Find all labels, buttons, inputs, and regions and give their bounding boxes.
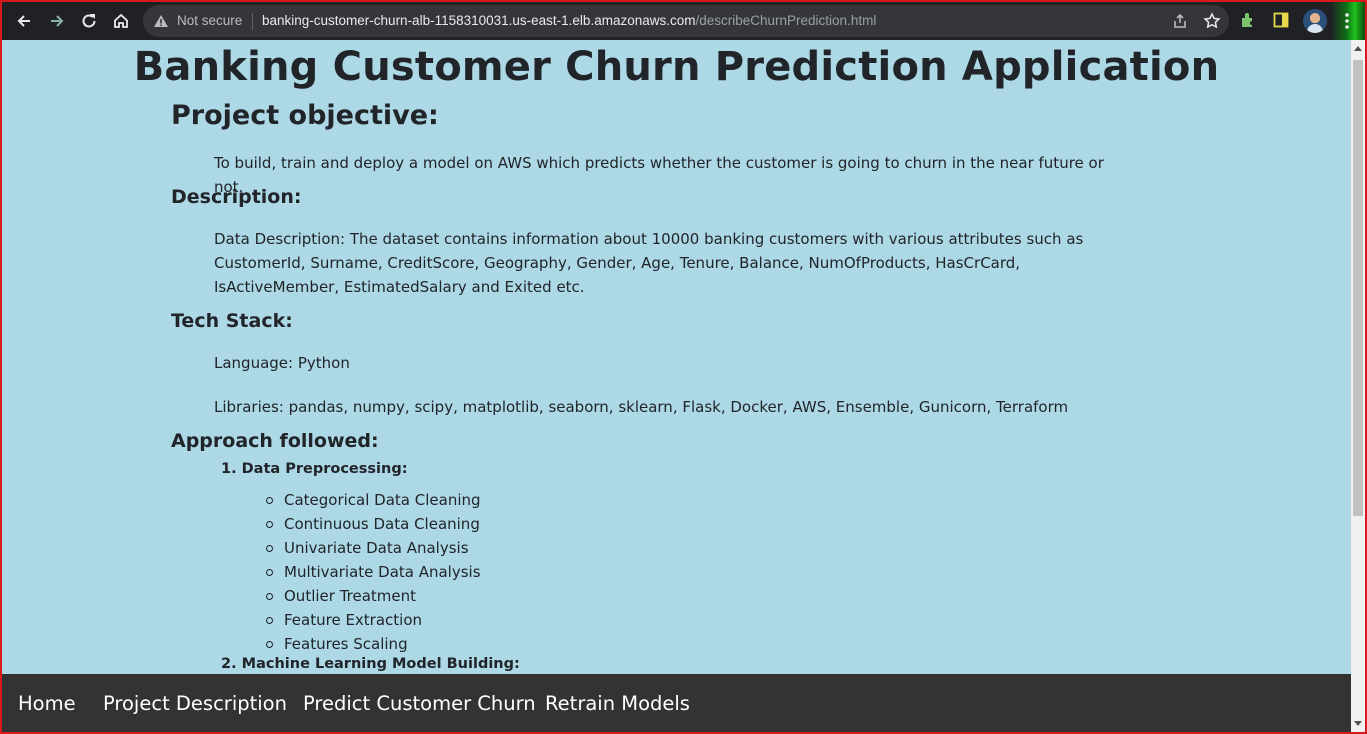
forward-arrow-icon[interactable] — [44, 8, 70, 34]
step-model-building: 2. Machine Learning Model Building: — [221, 656, 520, 672]
preprocessing-list: Categorical Data Cleaning Continuous Dat… — [264, 488, 481, 656]
scroll-thumb[interactable] — [1353, 60, 1363, 516]
list-item: Features Scaling — [264, 632, 481, 656]
approach-heading: Approach followed: — [171, 430, 379, 452]
nav-home[interactable]: Home — [18, 692, 76, 715]
page-content: Banking Customer Churn Prediction Applic… — [2, 40, 1351, 674]
warning-icon[interactable] — [153, 14, 169, 33]
list-item: Outlier Treatment — [264, 584, 481, 608]
tech-stack-heading: Tech Stack: — [171, 310, 293, 332]
list-item: Multivariate Data Analysis — [264, 560, 481, 584]
extensions-icon[interactable] — [1239, 11, 1257, 34]
browser-window: Not secure banking-customer-churn-alb-11… — [0, 0, 1367, 734]
reload-icon[interactable] — [76, 8, 102, 34]
nav-retrain-models[interactable]: Retrain Models — [545, 692, 690, 715]
side-panel-icon[interactable] — [1272, 11, 1290, 34]
scroll-down-arrow-icon[interactable] — [1354, 721, 1362, 726]
nav-predict-customer-churn[interactable]: Predict Customer Churn — [303, 692, 536, 715]
menu-icon[interactable] — [1331, 2, 1365, 40]
url-host: banking-customer-churn-alb-1158310031.us… — [262, 13, 696, 28]
page-scrollbar[interactable] — [1351, 40, 1365, 732]
scroll-up-arrow-icon[interactable] — [1354, 46, 1362, 51]
list-item: Univariate Data Analysis — [264, 536, 481, 560]
security-label[interactable]: Not secure — [177, 13, 242, 28]
list-item: Continuous Data Cleaning — [264, 512, 481, 536]
home-icon[interactable] — [108, 8, 134, 34]
omnibox-separator — [252, 13, 253, 30]
star-icon[interactable] — [1203, 12, 1221, 35]
description-text: Data Description: The dataset contains i… — [214, 230, 1084, 296]
url-path: /describeChurnPrediction.html — [695, 13, 877, 28]
bottom-navbar: Home Project Description Predict Custome… — [2, 674, 1351, 732]
back-arrow-icon[interactable] — [11, 8, 37, 34]
step-preprocessing: 1. Data Preprocessing: — [221, 461, 408, 477]
page-title: Banking Customer Churn Prediction Applic… — [133, 44, 1220, 90]
share-icon[interactable] — [1171, 12, 1189, 35]
objective-heading: Project objective: — [171, 100, 439, 131]
avatar[interactable] — [1303, 9, 1327, 33]
nav-project-description[interactable]: Project Description — [103, 692, 287, 715]
address-bar[interactable]: Not secure banking-customer-churn-alb-11… — [143, 5, 1229, 37]
url-text[interactable]: banking-customer-churn-alb-1158310031.us… — [262, 13, 876, 28]
list-item: Feature Extraction — [264, 608, 481, 632]
description-heading: Description: — [171, 186, 302, 208]
objective-text: To build, train and deploy a model on AW… — [214, 154, 1104, 196]
language-text: Language: Python — [214, 354, 350, 372]
libraries-text: Libraries: pandas, numpy, scipy, matplot… — [214, 398, 1069, 416]
list-item: Categorical Data Cleaning — [264, 488, 481, 512]
browser-toolbar: Not secure banking-customer-churn-alb-11… — [2, 2, 1365, 40]
